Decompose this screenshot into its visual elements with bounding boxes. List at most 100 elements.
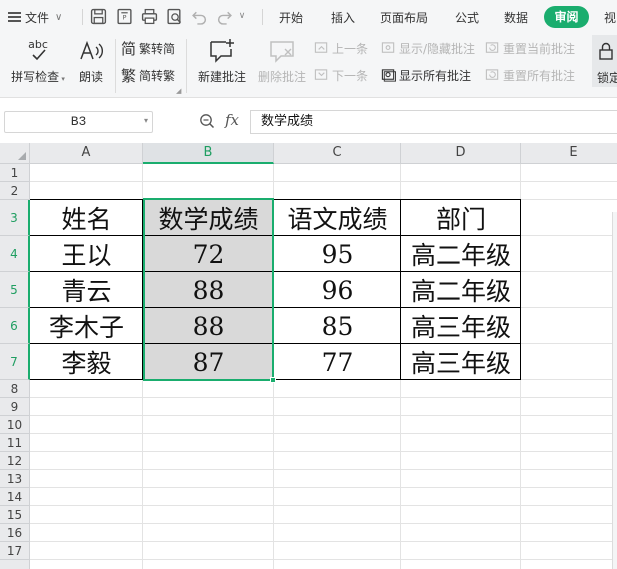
more-icon[interactable]: ∨ [236, 7, 248, 25]
gridline [30, 469, 617, 470]
save-icon[interactable] [89, 7, 107, 25]
row-header-14[interactable]: 14 [0, 488, 30, 506]
select-all-corner[interactable] [0, 143, 30, 164]
table-cell[interactable]: 95 [274, 236, 401, 272]
simp-to-trad-button[interactable]: 繁 简转繁 [121, 66, 176, 85]
table-cell[interactable]: 77 [274, 344, 401, 380]
table-cell[interactable]: 王以 [30, 236, 143, 272]
divider [82, 9, 83, 25]
next-comment-label: 下一条 [332, 68, 369, 83]
simp-to-trad-label: 简转繁 [139, 68, 176, 83]
table-cell[interactable]: 高二年级 [401, 236, 521, 272]
dialog-launcher-icon[interactable]: ◢ [176, 87, 181, 95]
tab-view[interactable]: 视 [604, 9, 616, 26]
row-header-4[interactable]: 4 [0, 236, 30, 272]
divider [186, 39, 187, 93]
table-header-cell[interactable]: 姓名 [30, 200, 143, 236]
table-cell[interactable]: 96 [274, 272, 401, 308]
next-comment-button[interactable]: 下一条 [314, 66, 368, 84]
fill-handle[interactable] [270, 377, 276, 383]
row-header-15[interactable]: 15 [0, 506, 30, 524]
toggle-comment-button[interactable]: 显示/隐藏批注 [381, 39, 475, 57]
row-header-1[interactable]: 1 [0, 164, 30, 182]
row-header-16[interactable]: 16 [0, 524, 30, 542]
column-header-b[interactable]: B [143, 143, 274, 164]
row-header-9[interactable]: 9 [0, 398, 30, 416]
spell-check-label: 拼写检查 [11, 70, 60, 84]
gridline [30, 415, 617, 416]
table-cell[interactable]: 88 [143, 308, 274, 344]
row-header-2[interactable]: 2 [0, 182, 30, 200]
reset-current-icon [485, 41, 499, 53]
zoom-icon[interactable] [199, 113, 215, 129]
export-pdf-icon[interactable]: P [115, 7, 133, 25]
gridline [30, 505, 617, 506]
table-cell[interactable]: 李木子 [30, 308, 143, 344]
table-cell[interactable]: 青云 [30, 272, 143, 308]
tab-insert[interactable]: 插入 [331, 9, 355, 26]
prev-comment-button[interactable]: 上一条 [314, 39, 368, 57]
table-cell[interactable]: 88 [143, 272, 274, 308]
row-header-17[interactable]: 17 [0, 542, 30, 560]
column-header-d[interactable]: D [401, 143, 521, 164]
svg-text:P: P [122, 13, 126, 21]
trad-to-simp-button[interactable]: 简 繁转简 [121, 39, 175, 58]
row-header-8[interactable]: 8 [0, 380, 30, 398]
tab-review[interactable]: 审阅 [544, 6, 589, 28]
row-header-13[interactable]: 13 [0, 470, 30, 488]
new-comment-label: 新建批注 [197, 70, 246, 84]
table-cell[interactable]: 李毅 [30, 344, 143, 380]
delete-comment-button[interactable]: 删除批注 [253, 33, 311, 85]
table-cell[interactable]: 87 [143, 344, 274, 380]
row-header-10[interactable]: 10 [0, 416, 30, 434]
table-cell[interactable]: 高三年级 [401, 344, 521, 380]
reset-current-label: 重置当前批注 [503, 41, 576, 56]
name-box-value: B3 [70, 114, 87, 129]
new-comment-button[interactable]: 新建批注 [193, 33, 251, 85]
table-cell[interactable]: 72 [143, 236, 274, 272]
file-menu[interactable]: 文件 ∨ [8, 7, 62, 27]
table-cell[interactable]: 85 [274, 308, 401, 344]
redo-icon[interactable] [215, 7, 233, 25]
tab-home[interactable]: 开始 [279, 9, 303, 26]
column-header-a[interactable]: A [30, 143, 143, 164]
row-header-18[interactable] [0, 560, 30, 569]
reset-all-comments-button[interactable]: 重置所有批注 [485, 66, 575, 84]
row-header-6[interactable]: 6 [0, 308, 30, 344]
row-header-5[interactable]: 5 [0, 272, 30, 308]
print-preview-icon[interactable] [165, 7, 183, 25]
row-header-11[interactable]: 11 [0, 434, 30, 452]
tab-page-layout[interactable]: 页面布局 [380, 9, 428, 26]
tab-formulas[interactable]: 公式 [455, 9, 479, 26]
table-cell[interactable]: 高二年级 [401, 272, 521, 308]
read-aloud-button[interactable]: 朗读 [72, 33, 110, 85]
lock-label: 锁定 [597, 71, 617, 85]
gridline [30, 541, 617, 542]
reset-current-comment-button[interactable]: 重置当前批注 [485, 39, 575, 57]
next-comment-icon [314, 68, 328, 80]
delete-comment-label: 删除批注 [257, 70, 306, 84]
formula-input[interactable]: 数学成绩 [250, 110, 617, 134]
prev-comment-icon [314, 41, 328, 53]
row-header-12[interactable]: 12 [0, 452, 30, 470]
table-header-cell[interactable]: 部门 [401, 200, 521, 236]
show-all-comments-button[interactable]: 显示所有批注 [381, 66, 471, 84]
table-header-cell[interactable]: 数学成绩 [143, 200, 274, 236]
column-header-e[interactable]: E [521, 143, 617, 164]
fx-icon[interactable]: fx [225, 111, 239, 129]
name-box[interactable]: B3 ▾ [4, 111, 153, 133]
table-cell[interactable]: 高三年级 [401, 308, 521, 344]
table-header-cell[interactable]: 语文成绩 [274, 200, 401, 236]
column-header-c[interactable]: C [274, 143, 401, 164]
row-header-7[interactable]: 7 [0, 344, 30, 380]
formula-bar: B3 ▾ fx 数学成绩 [0, 99, 617, 143]
table-border [142, 199, 143, 380]
reset-all-label: 重置所有批注 [503, 68, 576, 83]
print-icon[interactable] [140, 7, 158, 25]
table-border [400, 199, 401, 380]
lock-button[interactable]: 锁定 [592, 35, 617, 87]
undo-icon[interactable] [190, 7, 208, 25]
spell-check-button[interactable]: abc 拼写检查 ▾ [8, 33, 68, 85]
tab-data[interactable]: 数据 [504, 9, 528, 26]
row-header-3[interactable]: 3 [0, 200, 30, 236]
